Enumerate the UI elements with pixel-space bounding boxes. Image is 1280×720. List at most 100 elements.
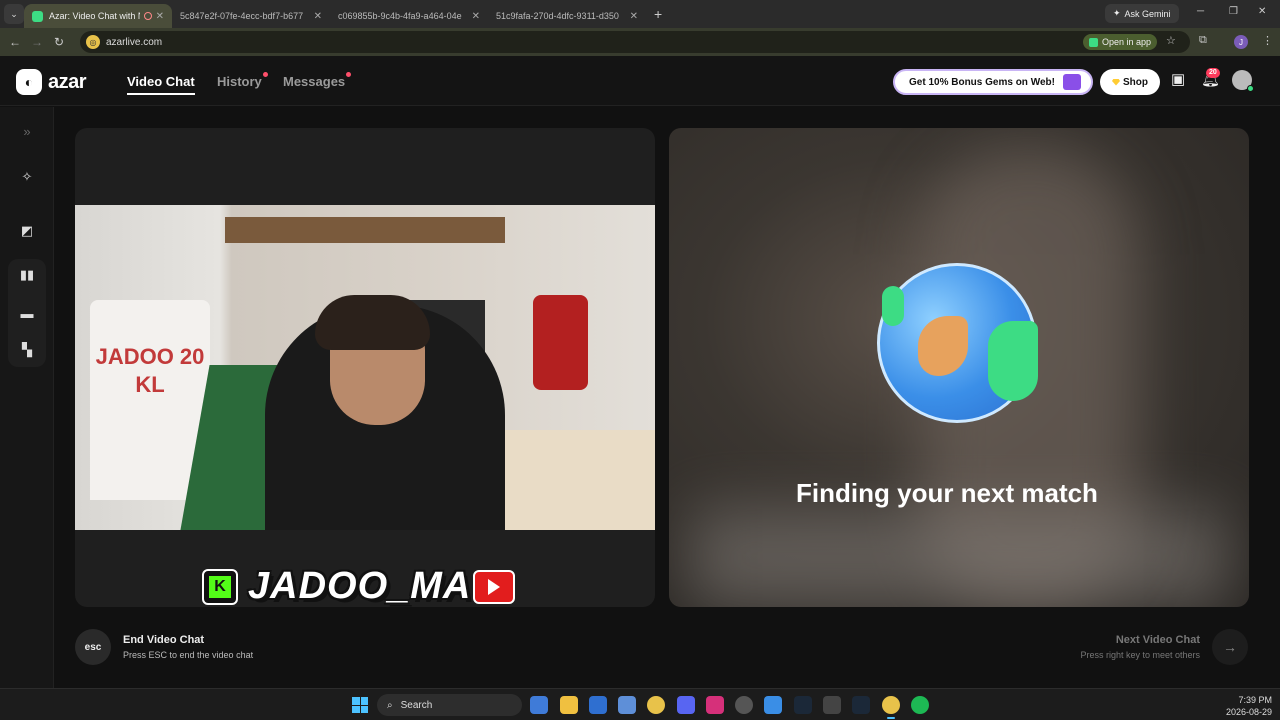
streamer-name: JADOO_MA — [248, 565, 472, 607]
next-chat-button[interactable]: → — [1212, 629, 1248, 665]
tab-title: 5c847e2f-07fe-4ecc-bdf7-b677 — [180, 11, 304, 21]
url-input[interactable]: ◎ azarlive.com — [80, 31, 1190, 53]
arrow-right-icon: → — [1223, 639, 1237, 655]
open-in-app-label: Open in app — [1102, 37, 1152, 47]
extensions-icon[interactable]: ⧉ — [1199, 34, 1207, 47]
close-tab-icon[interactable]: ✕ — [314, 11, 322, 22]
photos-icon[interactable] — [823, 696, 841, 714]
end-chat-hint: Press ESC to end the video chat — [123, 650, 254, 660]
layout-pip-icon[interactable]: ▚ — [11, 334, 43, 366]
left-sidebar: » ✧ ◩ ▮▮ ▬ ▚ — [0, 107, 54, 688]
tab-title: Azar: Video Chat with New — [49, 11, 140, 21]
app-icon[interactable] — [764, 696, 782, 714]
ask-gemini-label: Ask Gemini — [1124, 8, 1171, 19]
obs-icon[interactable] — [735, 696, 753, 714]
chrome-active-icon[interactable] — [882, 696, 900, 719]
red-jersey — [533, 295, 588, 390]
discord-icon[interactable] — [677, 696, 695, 714]
ask-gemini-button[interactable]: ✦ Ask Gemini — [1105, 4, 1179, 23]
profile-avatar[interactable]: J — [1234, 35, 1248, 49]
camera-filter-icon[interactable]: ◩ — [11, 215, 43, 247]
taskbar-search-input[interactable]: ⌕ Search — [377, 694, 522, 716]
taskbar-search-label: Search — [400, 699, 433, 711]
globe-icon — [877, 263, 1038, 423]
widgets-icon[interactable] — [530, 696, 548, 714]
browser-tab-2[interactable]: 5c847e2f-07fe-4ecc-bdf7-b677 ✕ — [172, 4, 391, 150]
file-explorer-icon[interactable] — [560, 696, 578, 714]
search-icon: ⌕ — [387, 699, 393, 711]
end-chat-title: End Video Chat — [123, 634, 205, 646]
instagram-icon[interactable] — [706, 696, 724, 714]
online-status-dot — [1247, 85, 1254, 92]
store-icon[interactable] — [618, 696, 636, 714]
close-tab-icon[interactable]: ✕ — [472, 11, 480, 22]
unread-dot — [262, 72, 268, 77]
star-icon[interactable]: ☆ — [1166, 34, 1176, 47]
next-chat-title: Next Video Chat — [1115, 634, 1200, 646]
close-tab-icon[interactable]: ✕ — [630, 11, 638, 22]
my-camera-feed: JADOO 20 KL — [75, 205, 655, 530]
my-video-panel: JADOO 20 KL K JADOO_MA — [75, 128, 655, 607]
tab-search-icon[interactable]: ⌄ — [4, 4, 24, 24]
azar-logo[interactable]: ◐ azar — [16, 69, 87, 95]
expand-sidebar-icon[interactable]: » — [11, 115, 43, 147]
tab-messages[interactable]: Messages — [283, 72, 352, 89]
magic-wand-icon[interactable]: ✧ — [11, 161, 43, 193]
end-chat-button[interactable]: esc — [75, 629, 111, 665]
steam-icon[interactable] — [852, 696, 870, 714]
close-tab-icon[interactable]: ✕ — [156, 11, 164, 22]
url-text: azarlive.com — [106, 36, 163, 48]
windows-taskbar: ⌕ Search 7:39 PM 2026-08-29 — [0, 688, 1280, 720]
open-in-app-button[interactable]: Open in app — [1083, 34, 1158, 50]
next-chat-hint: Press right key to meet others — [1080, 650, 1200, 660]
person-hair — [315, 295, 430, 350]
tab-video-chat[interactable]: Video Chat — [127, 74, 195, 95]
browser-tab-azar[interactable]: Azar: Video Chat with New ✕ — [24, 4, 172, 28]
azar-favicon — [32, 10, 43, 22]
promo-label: Get 10% Bonus Gems on Web! — [909, 76, 1055, 88]
layout-stacked-icon[interactable]: ▬ — [11, 297, 43, 329]
youtube-icon — [473, 569, 516, 604]
minimize-icon[interactable]: ─ — [1197, 6, 1204, 17]
more-menu-icon[interactable]: ⋮ — [1262, 34, 1273, 47]
unread-dot — [346, 72, 352, 77]
steam-icon[interactable] — [794, 696, 812, 714]
shop-button[interactable]: Shop — [1100, 69, 1160, 95]
tab-messages-label: Messages — [283, 74, 346, 89]
tab-history-label: History — [217, 74, 262, 89]
partner-video-panel: Finding your next match — [669, 128, 1249, 607]
close-window-icon[interactable]: ✕ — [1258, 6, 1266, 17]
mail-icon[interactable] — [589, 696, 607, 714]
kick-icon: K — [202, 568, 238, 605]
back-icon[interactable]: ← — [4, 35, 26, 49]
tab-history[interactable]: History — [217, 72, 268, 89]
photo-shelf — [225, 217, 505, 243]
restore-icon[interactable]: ❐ — [1229, 6, 1238, 17]
forward-icon[interactable]: → — [26, 35, 48, 49]
shop-label: Shop — [1123, 76, 1148, 88]
gift-icon — [1063, 74, 1081, 90]
recording-icon — [143, 12, 152, 20]
notification-count-badge: 20 — [1206, 68, 1220, 78]
reload-icon[interactable]: ↻ — [48, 35, 70, 49]
tab-title: c069855b-9c4b-4fa9-a464-04e — [338, 11, 462, 21]
inbox-icon[interactable]: ▣ — [1171, 70, 1185, 88]
logo-text: azar — [48, 70, 87, 93]
clock-date: 2026-08-29 — [1225, 707, 1272, 717]
browser-tab-3[interactable]: c069855b-9c4b-4fa9-a464-04e ✕ — [330, 4, 549, 150]
user-avatar[interactable] — [1232, 70, 1254, 92]
system-clock[interactable]: 7:39 PM 2026-08-29 — [1226, 694, 1272, 718]
kick-letter: K — [209, 575, 231, 598]
browser-tab-4[interactable]: 51c9fafa-270d-4dfc-9311-d350 ✕ — [488, 4, 707, 150]
site-info-icon[interactable]: ◎ — [86, 35, 100, 49]
chrome-icon[interactable] — [647, 696, 665, 714]
azar-logo-mark: ◐ — [16, 69, 42, 95]
layout-side-by-side-icon[interactable]: ▮▮ — [11, 259, 43, 291]
matching-status-text: Finding your next match — [796, 478, 1098, 508]
blurred-background — [689, 508, 1229, 607]
windows-start-icon[interactable] — [352, 697, 368, 713]
new-tab-icon[interactable]: + — [654, 6, 662, 22]
spotify-icon[interactable] — [911, 696, 929, 714]
sparkle-icon: ✦ — [1113, 8, 1121, 18]
bonus-gems-promo-button[interactable]: Get 10% Bonus Gems on Web! — [893, 69, 1093, 95]
